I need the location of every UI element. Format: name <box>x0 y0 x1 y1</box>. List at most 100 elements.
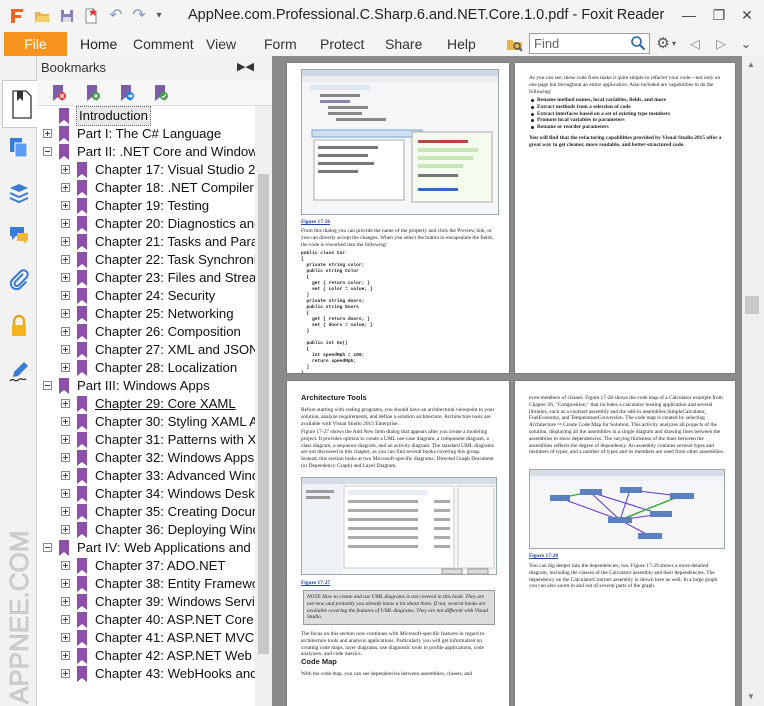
bookmark-chapter[interactable]: Chapter 35: Creating Docum <box>37 503 255 521</box>
bookmark-label[interactable]: Chapter 22: Task Synchroniz <box>95 251 255 269</box>
bookmark-chapter[interactable]: Chapter 36: Deploying Wind <box>37 521 255 539</box>
bookmark-label[interactable]: Chapter 28: Localization <box>95 359 237 377</box>
customize-icon[interactable]: ▾ <box>150 7 168 25</box>
scroll-down-icon[interactable]: ▼ <box>747 692 755 701</box>
gear-dropdown-icon[interactable]: ▾ <box>670 35 678 53</box>
bookmark-label[interactable]: Chapter 32: Windows Apps: <box>95 449 255 467</box>
bookmark-chapter[interactable]: Chapter 27: XML and JSON <box>37 341 255 359</box>
redo-icon[interactable]: ↷ <box>130 7 148 25</box>
expand-icon[interactable] <box>61 345 70 354</box>
save-icon[interactable] <box>58 7 76 25</box>
bookmark-label[interactable]: Chapter 23: Files and Stream <box>95 269 255 287</box>
prev-page-icon[interactable]: ◁ <box>686 35 704 53</box>
bookmark-label[interactable]: Chapter 21: Tasks and Parall <box>95 233 255 251</box>
bookmark-part[interactable]: Part III: Windows Apps <box>37 377 255 395</box>
delete-bookmark-icon[interactable] <box>49 84 67 102</box>
bookmark-chapter[interactable]: Chapter 33: Advanced Wind <box>37 467 255 485</box>
bookmark-chapter[interactable]: Chapter 18: .NET Compiler P <box>37 179 255 197</box>
bookmark-label[interactable]: Chapter 39: Windows Servic <box>95 593 255 611</box>
bookmarks-scrollbar[interactable] <box>255 106 272 706</box>
bookmark-chapter[interactable]: Chapter 34: Windows Deskt <box>37 485 255 503</box>
bookmark-label[interactable]: Chapter 42: ASP.NET Web A <box>95 647 255 665</box>
signature-icon[interactable] <box>8 360 30 384</box>
ribbon-collapse-icon[interactable]: ⌄ <box>737 35 755 53</box>
bookmark-chapter[interactable]: Chapter 25: Networking <box>37 305 255 323</box>
bookmark-chapter[interactable]: Chapter 31: Patterns with X <box>37 431 255 449</box>
bookmark-label[interactable]: Chapter 35: Creating Docum <box>95 503 255 521</box>
expand-icon[interactable] <box>61 399 70 408</box>
expand-icon[interactable] <box>61 615 70 624</box>
expand-icon[interactable] <box>61 417 70 426</box>
minimize-icon[interactable]: — <box>680 6 698 24</box>
bookmarks-panel-icon[interactable] <box>2 80 37 128</box>
expand-icon[interactable] <box>61 219 70 228</box>
bookmark-label[interactable]: Chapter 43: WebHooks and <box>95 665 255 683</box>
bookmark-label[interactable]: Part III: Windows Apps <box>77 377 210 395</box>
document-scroll-thumb[interactable] <box>745 296 759 314</box>
bookmark-part[interactable]: Introduction <box>37 106 255 126</box>
bookmark-chapter[interactable]: Chapter 19: Testing <box>37 197 255 215</box>
bookmark-chapter[interactable]: Chapter 21: Tasks and Parall <box>37 233 255 251</box>
bookmark-label[interactable]: Chapter 20: Diagnostics and <box>95 215 255 233</box>
page-4-figure-link[interactable]: Figure 17-28 <box>529 553 558 560</box>
expand-icon[interactable] <box>61 237 70 246</box>
document-scrollbar[interactable]: ▲ ▼ <box>742 56 764 706</box>
bookmark-label[interactable]: Chapter 33: Advanced Wind <box>95 467 255 485</box>
collapse-icon[interactable] <box>43 381 52 390</box>
document-view[interactable]: Figure 17-26 From this dialog you can pr… <box>272 56 742 706</box>
bookmark-label[interactable]: Chapter 41: ASP.NET MVC <box>95 629 254 647</box>
bookmark-label[interactable]: Chapter 30: Styling XAML Ap <box>95 413 255 431</box>
bookmark-part[interactable]: Part II: .NET Core and Windows <box>37 143 255 161</box>
bookmark-chapter[interactable]: Chapter 26: Composition <box>37 323 255 341</box>
expand-icon[interactable] <box>61 597 70 606</box>
expand-icon[interactable] <box>61 525 70 534</box>
bookmark-chapter[interactable]: Chapter 41: ASP.NET MVC <box>37 629 255 647</box>
close-icon[interactable]: ✕ <box>738 6 756 24</box>
bookmark-label[interactable]: Part IV: Web Applications and S <box>77 539 255 557</box>
expand-icon[interactable] <box>61 435 70 444</box>
bookmark-label[interactable]: Chapter 19: Testing <box>95 197 209 215</box>
bookmark-label[interactable]: Chapter 26: Composition <box>95 323 241 341</box>
bookmark-label[interactable]: Chapter 29: Core XAML <box>95 395 236 413</box>
bookmark-chapter[interactable]: Chapter 24: Security <box>37 287 255 305</box>
bookmark-chapter[interactable]: Chapter 22: Task Synchroniz <box>37 251 255 269</box>
app-logo-icon[interactable] <box>8 7 26 25</box>
expand-icon[interactable] <box>61 291 70 300</box>
tab-help[interactable]: Help <box>447 32 476 56</box>
expand-icon[interactable] <box>61 633 70 642</box>
folder-search-icon[interactable] <box>506 35 524 53</box>
bookmark-chapter[interactable]: Chapter 17: Visual Studio 20 <box>37 161 255 179</box>
add-bookmark-icon[interactable] <box>83 84 101 102</box>
next-page-icon[interactable]: ▷ <box>712 35 730 53</box>
bookmark-label[interactable]: Chapter 24: Security <box>95 287 215 305</box>
expand-icon[interactable] <box>61 579 70 588</box>
file-menu-button[interactable]: File <box>4 32 67 56</box>
expand-icon[interactable] <box>61 507 70 516</box>
bookmark-chapter[interactable]: Chapter 23: Files and Stream <box>37 269 255 287</box>
tab-comment[interactable]: Comment <box>133 32 194 56</box>
bookmark-chapter[interactable]: Chapter 42: ASP.NET Web A <box>37 647 255 665</box>
expand-icon[interactable] <box>61 363 70 372</box>
move-bookmark-icon[interactable] <box>117 84 135 102</box>
bookmark-label[interactable]: Chapter 25: Networking <box>95 305 234 323</box>
expand-icon[interactable] <box>61 561 70 570</box>
bookmark-chapter[interactable]: Chapter 43: WebHooks and <box>37 665 255 683</box>
bookmark-chapter[interactable]: Chapter 39: Windows Servic <box>37 593 255 611</box>
bookmark-label[interactable]: Introduction <box>76 106 151 126</box>
tab-protect[interactable]: Protect <box>320 32 364 56</box>
bookmark-label[interactable]: Chapter 34: Windows Deskt <box>95 485 255 503</box>
expand-icon[interactable] <box>61 183 70 192</box>
bookmark-label[interactable]: Chapter 27: XML and JSON <box>95 341 255 359</box>
bookmark-chapter[interactable]: Chapter 30: Styling XAML Ap <box>37 413 255 431</box>
collapse-icon[interactable] <box>43 543 52 552</box>
expand-icon[interactable] <box>61 309 70 318</box>
scroll-up-icon[interactable]: ▲ <box>747 60 755 69</box>
bookmark-label[interactable]: Chapter 36: Deploying Wind <box>95 521 255 539</box>
bookmark-chapter[interactable]: Chapter 40: ASP.NET Core <box>37 611 255 629</box>
expand-icon[interactable] <box>61 201 70 210</box>
lock-icon[interactable] <box>8 314 30 338</box>
expand-icon[interactable] <box>61 273 70 282</box>
bookmark-label[interactable]: Chapter 40: ASP.NET Core <box>95 611 254 629</box>
tab-share[interactable]: Share <box>385 32 422 56</box>
attachment-icon[interactable] <box>8 268 30 292</box>
